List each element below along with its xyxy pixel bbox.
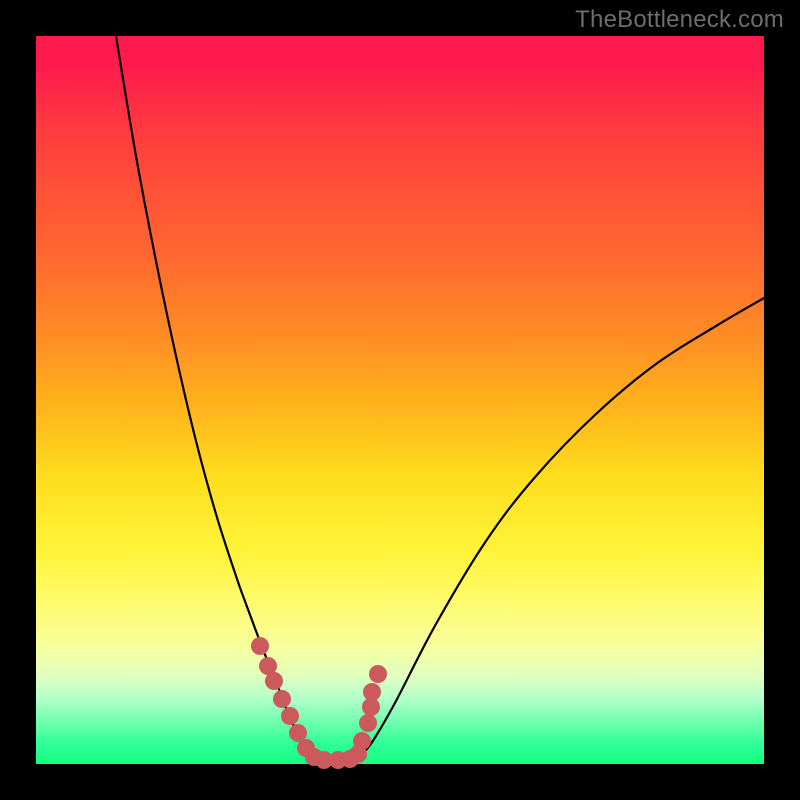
valley-marker (363, 683, 381, 701)
valley-marker (273, 690, 291, 708)
valley-marker (251, 637, 269, 655)
valley-marker (281, 707, 299, 725)
valley-marker (359, 714, 377, 732)
chart-frame: TheBottleneck.com (0, 0, 800, 800)
valley-marker (265, 672, 283, 690)
bottleneck-curve (116, 36, 764, 762)
valley-marker (353, 732, 371, 750)
valley-marker (369, 665, 387, 683)
watermark-text: TheBottleneck.com (575, 6, 784, 34)
curve-layer (36, 36, 764, 764)
